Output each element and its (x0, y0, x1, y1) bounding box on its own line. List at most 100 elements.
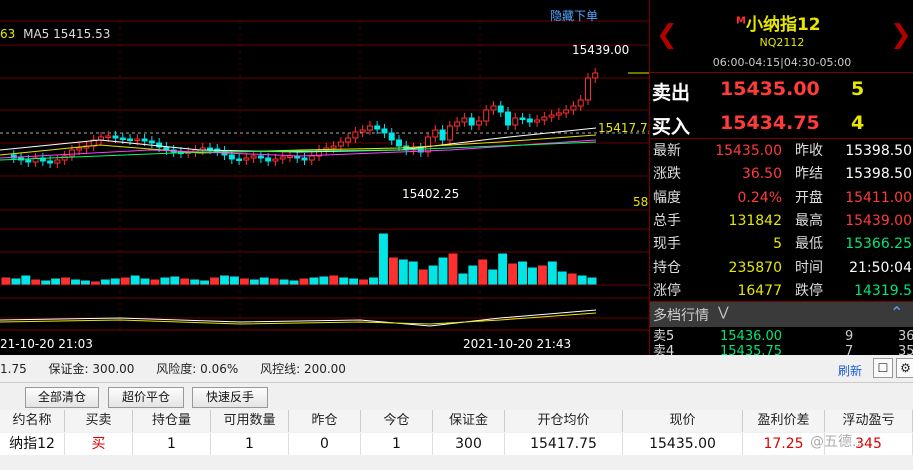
volume-bar (418, 269, 428, 285)
kline-canvas[interactable] (0, 0, 649, 355)
volume-bar (408, 261, 418, 285)
table-cell[interactable]: 买 (65, 433, 133, 455)
table-header[interactable]: 现价 (623, 410, 743, 432)
candle-body (592, 72, 599, 79)
table-header[interactable]: 开仓均价 (505, 410, 623, 432)
super-close-button[interactable]: 超价平仓 (108, 387, 184, 408)
quote-value: 14319.5 (854, 282, 912, 299)
table-header[interactable]: 持仓量 (133, 410, 211, 432)
candle-body (454, 121, 461, 127)
quote-label: 最低 (795, 236, 823, 253)
table-cell[interactable]: 1 (133, 433, 211, 455)
candle-body (468, 117, 475, 126)
volume-bar (31, 279, 41, 285)
volume-bar (90, 281, 100, 285)
buy-price[interactable]: 15434.75 (720, 112, 820, 134)
table-cell[interactable]: 纳指12 (0, 433, 65, 455)
quote-row: 总手 131842 最高 15439.00 (650, 210, 913, 233)
contract-tag: M (736, 15, 746, 27)
price-scale-tick: 58 (633, 195, 649, 209)
volume-bar (289, 280, 299, 285)
quote-label: 时间 (795, 259, 823, 276)
table-header[interactable]: 昨仓 (289, 410, 361, 432)
candle-body (541, 116, 548, 121)
quote-row: 涨跌 36.50 昨结 15398.50 (650, 163, 913, 186)
volume-bar (180, 278, 190, 285)
candle-body (490, 105, 497, 111)
volume-bar (518, 261, 527, 285)
table-header[interactable]: 浮动盈亏 (825, 410, 913, 432)
volume-bar (299, 278, 309, 285)
table-cell[interactable]: 15435.00 (623, 433, 743, 455)
depth-row[interactable]: 卖5 15436.00 9 36 (650, 329, 913, 344)
candle-body (497, 105, 504, 113)
table-header[interactable]: 约名称 (0, 410, 65, 432)
volume-bar (269, 278, 279, 285)
table-header[interactable]: 买卖 (65, 410, 133, 432)
volume-bar (369, 277, 378, 285)
quote-value: 21:50:04 (849, 259, 912, 276)
sell-price[interactable]: 15435.00 (720, 78, 820, 100)
volume-bar (110, 278, 120, 285)
table-cell[interactable]: 1 (361, 433, 433, 455)
expand-icon[interactable]: ⋁ (718, 305, 729, 320)
close-all-button[interactable]: 全部清仓 (25, 387, 99, 408)
candle-body (68, 149, 75, 157)
volume-bar (229, 276, 239, 285)
lock-icon[interactable]: ☐ (873, 358, 893, 378)
sell-qty: 5 (851, 78, 865, 100)
volume-bar (557, 271, 567, 285)
volume-bar (577, 275, 587, 285)
contract-code: NQ2112 (759, 36, 805, 49)
volume-bar (329, 275, 339, 285)
refresh-link[interactable]: 刷新 (838, 362, 862, 379)
candle-body (148, 140, 155, 144)
candle-body (228, 154, 235, 160)
quote-value: 131842 (728, 212, 782, 229)
table-cell[interactable]: 1 (211, 433, 289, 455)
candle-body (366, 125, 373, 131)
candle-body (548, 114, 555, 118)
table-cell[interactable]: 300 (433, 433, 505, 455)
collapse-chevron-icon[interactable]: ⌃ (890, 303, 903, 322)
candle-body (286, 155, 293, 158)
buy-qty: 4 (851, 112, 865, 134)
candle-body (534, 119, 541, 123)
candle-body (127, 138, 134, 141)
table-header[interactable]: 今仓 (361, 410, 433, 432)
candle-body (272, 158, 279, 162)
volume-bar (438, 257, 448, 285)
volume-bar (100, 279, 110, 285)
table-header[interactable]: 保证金 (433, 410, 505, 432)
candle-body (345, 137, 352, 143)
quote-row: 涨停 16477 跌停 14319.5 (650, 280, 913, 303)
quick-reverse-button[interactable]: 快速反手 (192, 387, 268, 408)
table-cell[interactable]: 0 (289, 433, 361, 455)
kline-chart[interactable]: 63 MA5 15415.53 隐藏下单 15439.00 15402.25 1… (0, 0, 655, 355)
volume-bar (309, 277, 319, 285)
table-header[interactable]: 可用数量 (211, 410, 289, 432)
settings-icon[interactable]: ⚙ (896, 358, 913, 378)
table-cell[interactable]: 15417.75 (505, 433, 623, 455)
quote-label: 幅度 (653, 189, 681, 206)
time-label-left: 21-10-20 21:03 (0, 337, 93, 351)
candle-body (250, 155, 257, 159)
hide-order-link[interactable]: 隐藏下单 (550, 7, 598, 24)
volume-bar (547, 261, 557, 285)
quote-label: 总手 (653, 212, 681, 229)
volume-bar (51, 278, 61, 285)
table-header[interactable]: 盈利价差 (743, 410, 825, 432)
depth-header[interactable]: 多档行情 ⋁ ⌃ (650, 302, 913, 327)
quote-value: 15435.00 (715, 143, 782, 159)
candle-body (483, 109, 490, 122)
candle-body (505, 111, 512, 126)
quote-label: 最高 (795, 212, 823, 229)
volume-bar (567, 273, 577, 285)
volume-bar (140, 278, 150, 285)
candle-body (105, 135, 112, 138)
candle-body (236, 158, 243, 161)
contract-title: M小纳指12 (736, 10, 821, 35)
volume-bar (448, 253, 458, 285)
risk-label: 风险度: (156, 362, 197, 376)
watermark: @五德... (810, 434, 866, 450)
